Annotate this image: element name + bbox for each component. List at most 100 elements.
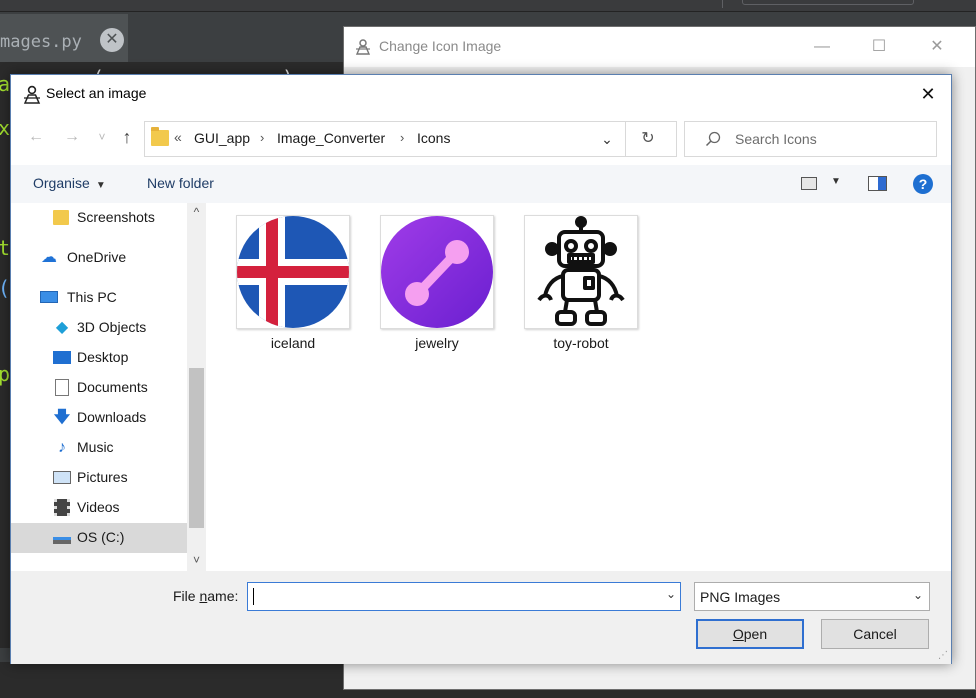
open-button[interactable]: Open bbox=[696, 619, 804, 649]
refresh-icon[interactable]: ↻ bbox=[635, 128, 661, 150]
sidebar-item-documents[interactable]: Documents bbox=[11, 373, 187, 403]
dialog-titlebar: Select an image ✕ bbox=[11, 75, 951, 113]
command-toolbar: Organise ▼ New folder ▼ ? bbox=[11, 165, 951, 203]
help-icon[interactable]: ? bbox=[913, 174, 933, 194]
file-name-label-text: File bbox=[173, 588, 200, 604]
navigation-bar: ← → ˅ ↑ « GUI_app › Image_Converter › Ic… bbox=[11, 113, 951, 161]
organise-label: Organise bbox=[33, 175, 90, 191]
chevron-down-icon[interactable]: ⌄ bbox=[666, 587, 676, 601]
file-item-iceland[interactable]: iceland bbox=[234, 215, 352, 355]
view-options-icon[interactable] bbox=[801, 177, 817, 190]
open-accel: O bbox=[732, 626, 744, 642]
back-arrow-icon[interactable]: ← bbox=[25, 125, 47, 149]
close-button[interactable]: ✕ bbox=[914, 31, 960, 63]
sidebar-item-label: Pictures bbox=[77, 469, 128, 485]
caret-down-icon[interactable]: ▼ bbox=[831, 176, 841, 187]
search-placeholder: Search Icons bbox=[735, 131, 817, 147]
sidebar-item-pictures[interactable]: Pictures bbox=[11, 463, 187, 493]
dialog-footer: File name: ⌄ PNG Images ⌄ Open Cancel ⋰ bbox=[11, 571, 951, 664]
search-icon bbox=[705, 131, 721, 147]
maximize-button[interactable]: ☐ bbox=[856, 31, 902, 63]
open-label: pen bbox=[743, 626, 768, 642]
drive-icon bbox=[53, 529, 71, 547]
preview-pane-icon[interactable] bbox=[868, 176, 887, 191]
file-name-label: File name: bbox=[173, 588, 238, 604]
sidebar-item-label: OS (C:) bbox=[77, 529, 125, 545]
sidebar-item-label: Downloads bbox=[77, 409, 147, 425]
recent-locations-icon[interactable]: ˅ bbox=[95, 125, 109, 149]
scroll-down-icon[interactable]: ˅ bbox=[187, 553, 206, 569]
code-fragment: p bbox=[0, 362, 11, 386]
breadcrumb-separator-icon: › bbox=[400, 130, 405, 145]
address-bar[interactable]: « GUI_app › Image_Converter › Icons ⌄ ↻ bbox=[144, 121, 677, 157]
music-icon: ♪ bbox=[58, 439, 66, 456]
breadcrumb-icons[interactable]: Icons bbox=[417, 130, 450, 146]
resize-grip-icon[interactable]: ⋰ bbox=[938, 650, 948, 661]
breadcrumb-gui-app[interactable]: GUI_app bbox=[194, 130, 250, 146]
file-type-value: PNG Images bbox=[700, 589, 781, 605]
robot-icon bbox=[524, 215, 638, 329]
video-icon bbox=[53, 499, 71, 517]
scroll-thumb[interactable] bbox=[189, 368, 204, 528]
desktop-icon bbox=[53, 349, 71, 367]
sidebar-item-label: OneDrive bbox=[67, 249, 127, 265]
sidebar-scrollbar[interactable]: ^ ˅ bbox=[187, 203, 206, 571]
app-gear-icon bbox=[23, 85, 41, 104]
file-name-input[interactable]: ⌄ bbox=[247, 582, 681, 611]
address-divider bbox=[625, 122, 626, 156]
sidebar-item-downloads[interactable]: 🡇 Downloads bbox=[11, 403, 187, 433]
up-arrow-icon[interactable]: ↑ bbox=[115, 125, 139, 149]
editor-tab-close-icon[interactable]: ✕ bbox=[100, 28, 124, 52]
cloud-icon: ☁ bbox=[41, 249, 57, 266]
cancel-button[interactable]: Cancel bbox=[821, 619, 929, 649]
scroll-up-icon[interactable]: ^ bbox=[187, 205, 206, 221]
dumbbell-icon bbox=[380, 215, 494, 329]
chevron-down-icon[interactable]: ⌄ bbox=[596, 128, 618, 150]
search-box[interactable]: Search Icons bbox=[684, 121, 937, 157]
sidebar-item-3d-objects[interactable]: ◆ 3D Objects bbox=[11, 313, 187, 343]
editor-separator bbox=[722, 0, 723, 8]
code-fragment: t bbox=[0, 236, 11, 260]
file-list: iceland jewelry toy-robot bbox=[206, 203, 951, 571]
sidebar-item-label: Screenshots bbox=[77, 209, 155, 225]
file-item-jewelry[interactable]: jewelry bbox=[378, 215, 496, 355]
organise-menu[interactable]: Organise ▼ bbox=[33, 175, 106, 191]
sidebar-item-label: Desktop bbox=[77, 349, 129, 365]
iceland-flag-icon bbox=[236, 215, 350, 329]
sidebar-item-videos[interactable]: Videos bbox=[11, 493, 187, 523]
sidebar-item-onedrive[interactable]: ☁ OneDrive bbox=[11, 243, 187, 273]
new-folder-button[interactable]: New folder bbox=[147, 175, 214, 191]
editor-topbar-field[interactable] bbox=[742, 0, 914, 5]
editor-topbar bbox=[0, 0, 976, 12]
file-name-label: toy-robot bbox=[553, 335, 609, 351]
text-caret bbox=[253, 588, 254, 605]
sidebar-item-desktop[interactable]: Desktop bbox=[11, 343, 187, 373]
minimize-button[interactable]: — bbox=[799, 31, 845, 63]
folder-icon bbox=[151, 127, 169, 146]
file-name-label: jewelry bbox=[415, 335, 459, 351]
file-item-toy-robot[interactable]: toy-robot bbox=[522, 215, 640, 355]
cube-icon: ◆ bbox=[55, 319, 69, 336]
sidebar-item-screenshots[interactable]: Screenshots bbox=[11, 203, 187, 233]
file-type-select[interactable]: PNG Images ⌄ bbox=[694, 582, 930, 611]
sidebar-item-this-pc[interactable]: This PC bbox=[11, 283, 187, 313]
sidebar-item-os-c[interactable]: OS (C:) bbox=[11, 523, 187, 553]
sidebar-item-label: 3D Objects bbox=[77, 319, 147, 335]
folder-icon bbox=[53, 209, 71, 227]
code-fragment: a bbox=[0, 72, 11, 96]
dialog-close-button[interactable]: ✕ bbox=[905, 75, 951, 113]
breadcrumb-separator-icon: › bbox=[260, 130, 265, 145]
file-name-label: iceland bbox=[270, 335, 316, 351]
sidebar-item-music[interactable]: ♪ Music bbox=[11, 433, 187, 463]
navigation-pane: Screenshots ☁ OneDrive This PC ◆ 3D Obje… bbox=[11, 203, 206, 571]
breadcrumb-image-converter[interactable]: Image_Converter bbox=[277, 130, 385, 146]
editor-tab-label: mages.py bbox=[0, 32, 82, 52]
sidebar-item-label: This PC bbox=[67, 289, 117, 305]
chevron-down-icon[interactable]: ⌄ bbox=[913, 588, 923, 602]
pc-icon bbox=[40, 289, 58, 307]
app-gear-icon bbox=[355, 39, 371, 55]
forward-arrow-icon[interactable]: → bbox=[61, 125, 83, 149]
chevrons-icon[interactable]: « bbox=[174, 129, 182, 145]
sidebar-item-label: Music bbox=[77, 439, 114, 455]
parent-titlebar: Change Icon Image — ☐ ✕ bbox=[344, 27, 975, 67]
